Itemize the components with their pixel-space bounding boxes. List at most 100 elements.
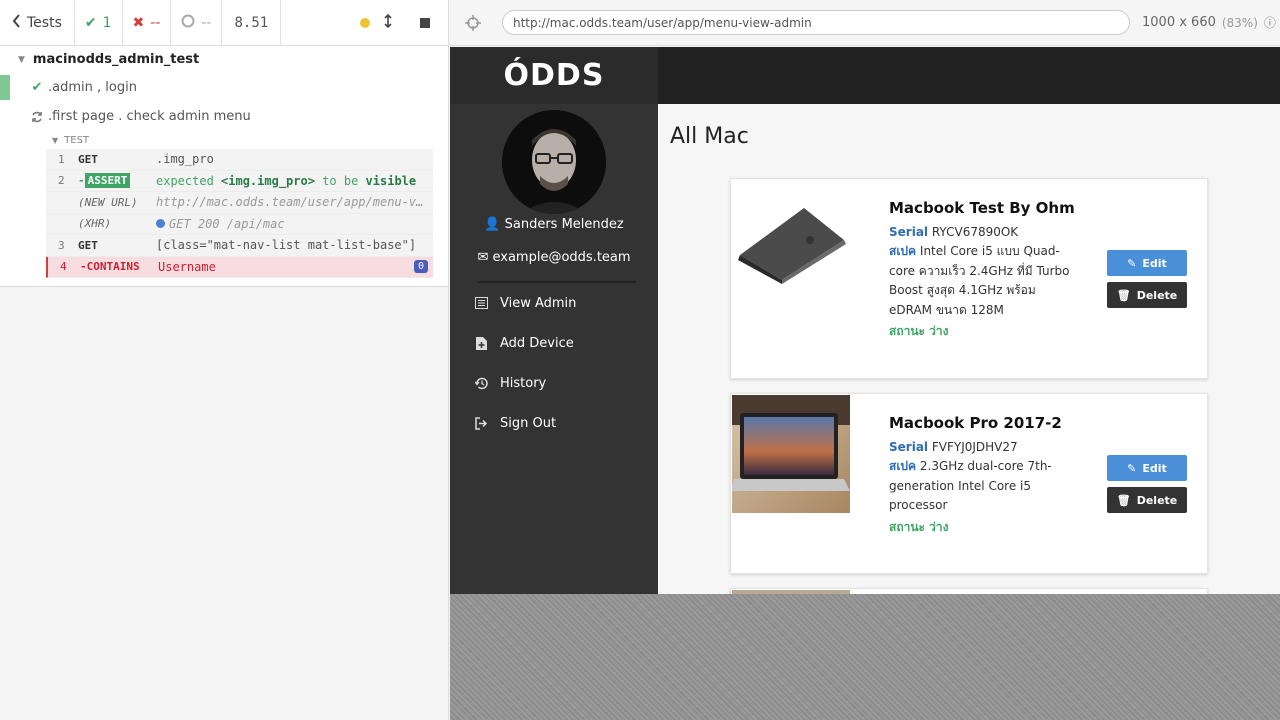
assert-value: visible [365, 173, 417, 188]
command-number: 3 [58, 238, 65, 252]
spec-label: สเปค [889, 244, 917, 258]
device-info: Macbook Pro 2017-2 Serial FVFYJ0JDHV27 ส… [889, 414, 1079, 537]
command-row[interactable]: (XHR) GET 200 /api/mac [46, 213, 433, 235]
command-number: 4 [60, 260, 67, 274]
hook-label: TEST [64, 134, 90, 146]
device-serial: Serial RYCV67890OK [889, 223, 1079, 243]
command-row[interactable]: (NEW URL) http://mac.odds.team/user/app/… [46, 192, 433, 214]
spec-label: สเปค [889, 459, 917, 473]
device-info: Macbook Test By Ohm Serial RYCV67890OK ส… [889, 199, 1079, 342]
delete-button[interactable]: 🗑 Delete [1107, 282, 1187, 308]
test-row[interactable]: .first page . check admin menu [0, 102, 448, 131]
trash-icon: 🗑 [1116, 493, 1131, 507]
reporter-header: Tests ✔ 1 ✖ -- -- 8.51 [0, 0, 448, 46]
command-name: GET [78, 238, 98, 252]
command-number: 1 [58, 152, 65, 166]
edit-label: Edit [1142, 461, 1167, 475]
viewport-size: 1000 x 660 [1142, 15, 1216, 30]
command-message: http://mac.odds.team/user/app/menu-v... [156, 195, 433, 210]
command-row[interactable]: 3 GET [class="mat-nav-list mat-list-base… [46, 235, 433, 257]
command-number: 2 [58, 174, 65, 188]
viewport-empty-area [450, 594, 1280, 720]
status-badge: สถานะ ว่าง [889, 519, 949, 534]
user-name-text: Sanders Melendez [504, 217, 624, 232]
xhr-text: GET 200 /api/mac [169, 216, 285, 231]
app-sidebar: 👤 Sanders Melendez ✉ example@odds.team V… [450, 104, 658, 594]
caret-down-icon: ▼ [18, 54, 25, 65]
command-message: GET 200 /api/mac [156, 217, 433, 231]
info-icon[interactable]: ⓘ [1264, 14, 1276, 31]
mail-icon: ✉ [477, 250, 489, 265]
edit-button[interactable]: ✎ Edit [1107, 250, 1187, 276]
command-row[interactable]: 4 -CONTAINS Username 0 [46, 256, 433, 278]
command-message: .img_pro [156, 152, 214, 167]
viewport-scale: (83%) [1221, 15, 1258, 30]
nav-item-history[interactable]: History [450, 363, 658, 403]
url-field[interactable]: http://mac.odds.team/user/app/menu-view-… [502, 10, 1130, 35]
passed-count[interactable]: ✔ 1 [75, 0, 123, 46]
app-viewport: ÓDDS 👤 Sanders Melendez ✉ example@odds.t… [450, 47, 1280, 594]
trash-icon: 🗑 [1116, 288, 1131, 302]
device-image [732, 395, 850, 513]
runner-panel: Tests ✔ 1 ✖ -- -- 8.51 ▼ macinodds_admin… [0, 0, 449, 720]
tests-back-button[interactable]: Tests [0, 0, 75, 46]
user-email: ✉ example@odds.team [450, 250, 658, 265]
user-icon: 👤 [484, 217, 501, 232]
device-name: Macbook Pro 2017-2 [889, 414, 1062, 432]
assert-text: expected [156, 173, 214, 188]
nav-list: View Admin Add Device History Sign Out [450, 283, 658, 443]
viewport-info[interactable]: 1000 x 660 (83%) ⓘ [1142, 14, 1276, 31]
assert-element: <img.img_pro> [221, 173, 315, 188]
app-logo[interactable]: ÓDDS [450, 47, 658, 104]
list-icon [474, 297, 488, 309]
element-count-badge: 0 [413, 259, 428, 273]
pending-value: -- [201, 14, 212, 31]
nav-item-add-device[interactable]: Add Device [450, 323, 658, 363]
device-spec: สเปค Intel Core i5 แบบ Quad-core ความเร็… [889, 242, 1079, 320]
edit-icon: ✎ [1127, 461, 1137, 475]
test-row[interactable]: ✔ .admin , login [0, 73, 448, 102]
hook-block: ▼ TEST 1 GET .img_pro 2 - ASSERT expected… [46, 131, 433, 278]
user-email-text: example@odds.team [492, 250, 631, 265]
nav-item-view-admin[interactable]: View Admin [450, 283, 658, 323]
device-card: Macbook Test By Ohm Serial RYCV67890OK ส… [730, 178, 1208, 379]
command-row[interactable]: 1 GET .img_pro [46, 149, 433, 171]
failed-count[interactable]: ✖ -- [123, 0, 172, 46]
command-row[interactable]: 2 - ASSERT expected <img.img_pro> to be v… [46, 170, 433, 192]
command-name: GET [78, 152, 98, 166]
aut-header: http://mac.odds.team/user/app/menu-view-… [450, 0, 1280, 46]
command-name: (NEW URL) [78, 195, 138, 209]
check-icon: ✔ [31, 80, 43, 95]
serial-value: RYCV67890OK [931, 224, 1019, 239]
command-message: expected <img.img_pro> to be visible [156, 174, 433, 188]
serial-label: Serial [889, 224, 929, 239]
device-serial: Serial FVFYJ0JDHV27 [889, 438, 1079, 458]
device-spec: สเปค 2.3GHz dual-core 7th-generation Int… [889, 457, 1079, 516]
x-icon: ✖ [132, 14, 145, 31]
delete-label: Delete [1136, 493, 1178, 507]
selector-playground-icon[interactable] [450, 14, 496, 31]
edit-button[interactable]: ✎ Edit [1107, 455, 1187, 481]
hook-title[interactable]: ▼ TEST [46, 131, 433, 149]
circle-icon [181, 14, 195, 32]
command-name: (XHR) [78, 217, 112, 231]
nav-item-sign-out[interactable]: Sign Out [450, 403, 658, 443]
running-indicator-icon [360, 17, 370, 28]
avatar [502, 110, 606, 214]
check-icon: ✔ [84, 14, 97, 31]
edit-label: Edit [1142, 256, 1167, 270]
serial-label: Serial [889, 439, 929, 454]
failed-value: -- [150, 14, 161, 31]
command-name: -CONTAINS [80, 260, 140, 274]
spec-value: Intel Core i5 แบบ Quad-core ความเร็ว 2.4… [889, 244, 1070, 317]
delete-button[interactable]: 🗑 Delete [1107, 487, 1187, 513]
suite-title[interactable]: ▼ macinodds_admin_test [0, 46, 448, 73]
edit-icon: ✎ [1127, 256, 1137, 270]
serial-value: FVFYJ0JDHV27 [931, 439, 1018, 454]
assert-text: to be [322, 173, 359, 188]
autoscroll-icon[interactable] [384, 13, 392, 32]
nav-label: View Admin [500, 295, 577, 311]
nav-label: Sign Out [500, 415, 557, 431]
stop-icon[interactable] [420, 17, 430, 28]
pending-count[interactable]: -- [171, 0, 223, 46]
